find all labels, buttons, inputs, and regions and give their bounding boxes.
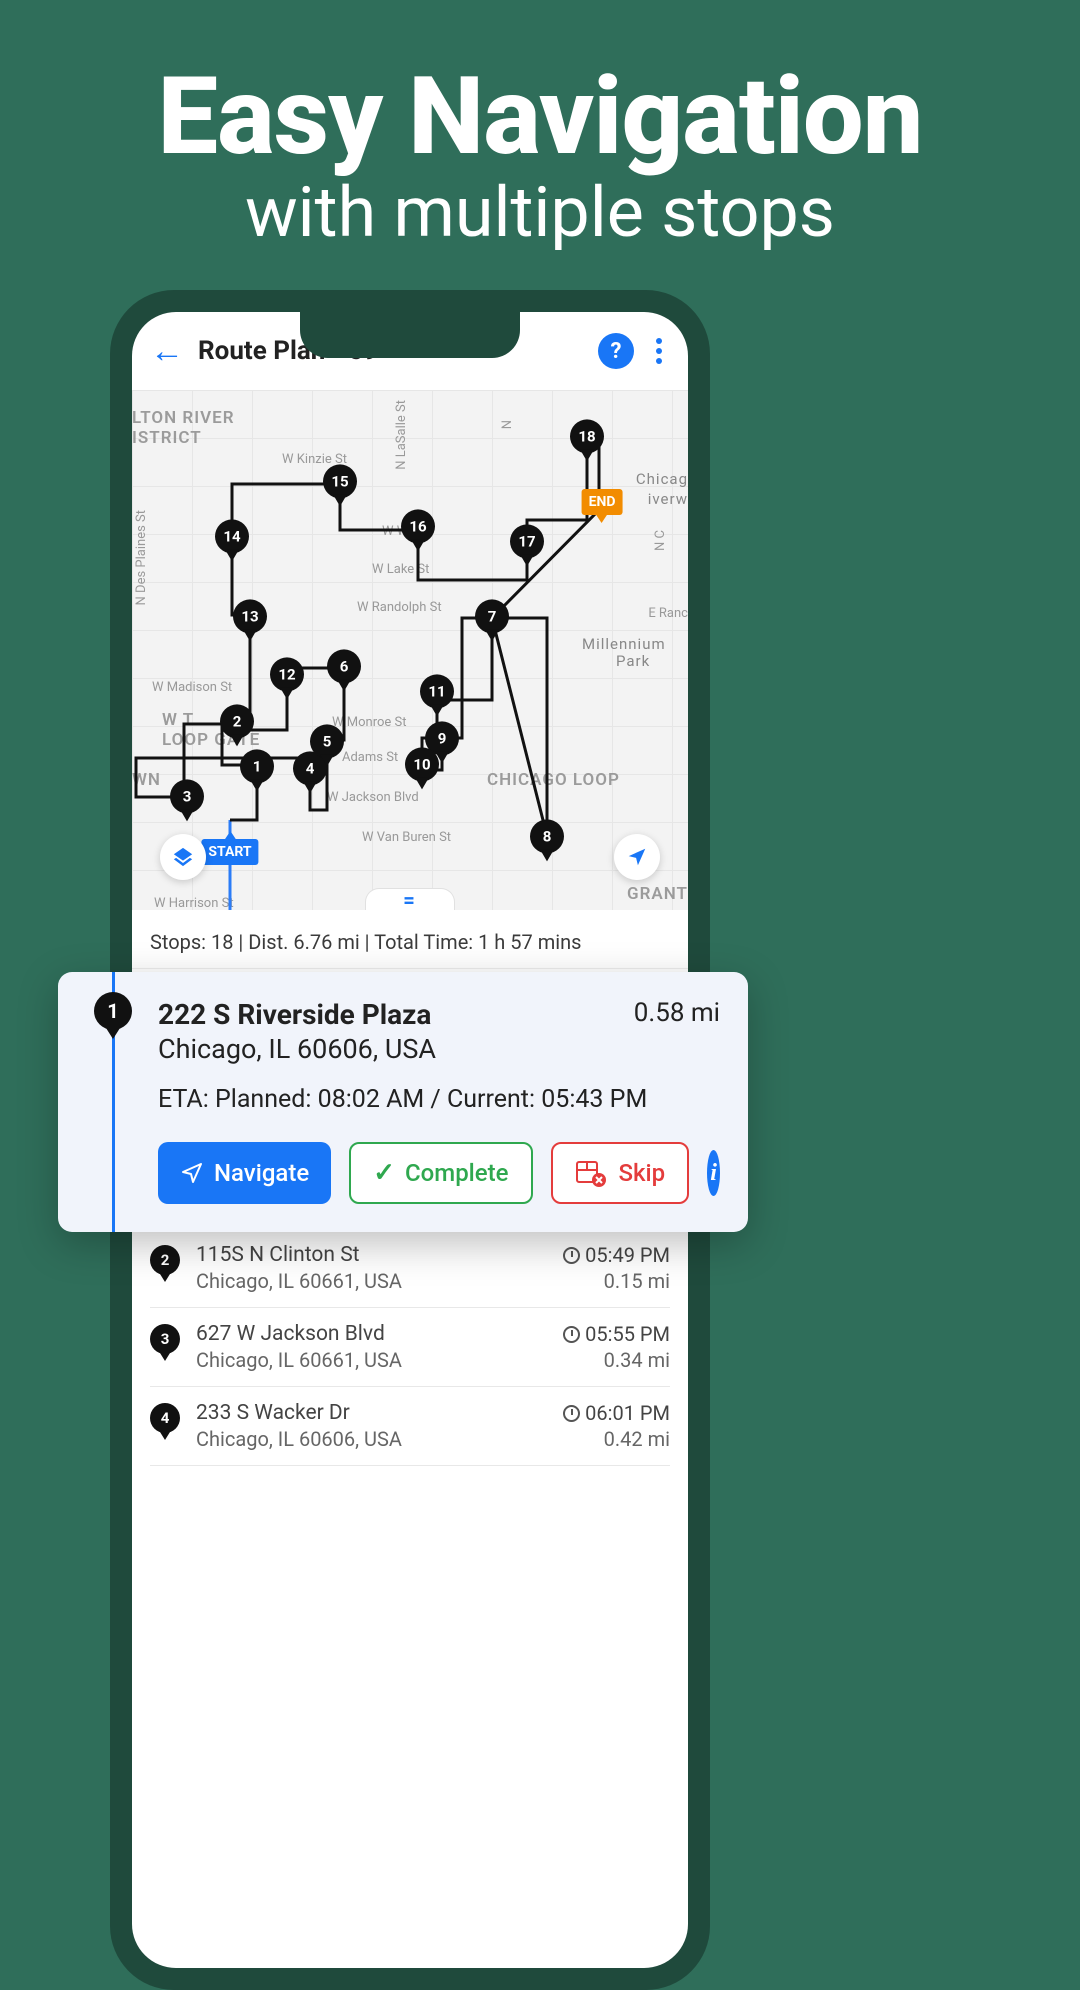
navigate-button[interactable]: Navigate	[158, 1142, 331, 1204]
street-label: N Des Plaines St	[134, 510, 149, 605]
complete-label: Complete	[405, 1159, 509, 1187]
promo-subheading: with multiple stops	[0, 172, 1080, 254]
check-icon: ✓	[373, 1158, 395, 1188]
street-label: N C	[653, 530, 668, 551]
map-pin[interactable]: 8	[530, 819, 564, 853]
map-pin[interactable]: 3	[170, 779, 204, 813]
stop-address-line1: 233 S Wacker Dr	[196, 1401, 547, 1425]
street-label: E Ranc	[648, 606, 688, 621]
map-pin[interactable]: 10	[405, 747, 439, 781]
map-pin[interactable]: 14	[215, 519, 249, 553]
stop-row[interactable]: 2 115S N Clinton St Chicago, IL 60661, U…	[150, 1229, 670, 1308]
detail-actions: Navigate ✓ Complete Skip	[158, 1142, 720, 1204]
street-label: W Van Buren St	[362, 830, 451, 845]
map-pin[interactable]: 18	[570, 419, 604, 453]
street-label: W Monroe St	[332, 715, 406, 730]
promo-title: Easy Navigation with multiple stops	[0, 0, 1080, 254]
stop-eta-time: 05:49 PM	[563, 1243, 670, 1267]
clock-icon	[563, 1405, 580, 1422]
stop-address-line2: Chicago, IL 60606, USA	[196, 1427, 547, 1451]
help-button[interactable]: ?	[598, 333, 634, 369]
clock-icon	[563, 1247, 580, 1264]
end-badge: END	[582, 489, 623, 515]
stop-row[interactable]: 3 627 W Jackson Blvd Chicago, IL 60661, …	[150, 1308, 670, 1387]
layers-icon	[172, 846, 194, 868]
street-label: N	[500, 420, 515, 429]
street-label: W Lake St	[372, 562, 429, 577]
stop-number-badge: 4	[150, 1403, 180, 1433]
detail-address-line2: Chicago, IL 60606, USA	[158, 1033, 436, 1065]
map-pin[interactable]: 11	[420, 674, 454, 708]
street-label: W Randolph St	[357, 600, 442, 615]
map-pin[interactable]: 15	[323, 464, 357, 498]
map-pin[interactable]: 5	[310, 724, 344, 758]
back-arrow-icon[interactable]: ←	[150, 331, 184, 371]
stop-address-line1: 627 W Jackson Blvd	[196, 1322, 547, 1346]
map-pin[interactable]: 16	[401, 509, 435, 543]
detail-distance: 0.58 mi	[634, 998, 720, 1028]
stop-distance: 0.15 mi	[563, 1269, 670, 1293]
location-arrow-icon	[626, 846, 648, 868]
street-label: N LaSalle St	[394, 400, 409, 470]
map-layers-button[interactable]	[160, 834, 206, 880]
map-pin[interactable]: 13	[233, 599, 267, 633]
detail-address-line1: 222 S Riverside Plaza	[158, 998, 436, 1031]
stop-address-line2: Chicago, IL 60661, USA	[196, 1269, 547, 1293]
street-label: W Madison St	[152, 680, 232, 695]
stop-detail-card: 1 222 S Riverside Plaza Chicago, IL 6060…	[58, 972, 748, 1232]
stop-distance: 0.34 mi	[563, 1348, 670, 1372]
skip-label: Skip	[619, 1159, 666, 1187]
stop-number-badge: 3	[150, 1324, 180, 1354]
navigate-icon	[180, 1161, 204, 1185]
district-label: Millennium	[582, 635, 666, 653]
district-label: Park	[616, 652, 650, 670]
stop-eta-time: 05:55 PM	[563, 1322, 670, 1346]
stop-distance: 0.42 mi	[563, 1427, 670, 1451]
map-locate-button[interactable]	[614, 834, 660, 880]
map-pin[interactable]: 6	[327, 649, 361, 683]
phone-notch	[300, 312, 520, 358]
stop-number-badge: 2	[150, 1245, 180, 1275]
district-label: W T	[162, 710, 194, 730]
start-badge: START	[201, 839, 258, 865]
promo-heading: Easy Navigation	[0, 54, 1080, 180]
bottom-sheet-handle[interactable]: =	[365, 888, 455, 910]
map-pin[interactable]: 7	[475, 599, 509, 633]
street-label: W Jackson Blvd	[327, 790, 419, 805]
district-label: Chicag	[636, 470, 688, 488]
stop-address-line2: Chicago, IL 60661, USA	[196, 1348, 547, 1372]
clock-icon	[563, 1326, 580, 1343]
district-label: ISTRICT	[132, 428, 202, 448]
map-pin[interactable]: 2	[220, 704, 254, 738]
stop-address-line1: 115S N Clinton St	[196, 1243, 547, 1267]
stop-eta-time: 06:01 PM	[563, 1401, 670, 1425]
map-pin[interactable]: 1	[240, 749, 274, 783]
street-label: Adams St	[342, 750, 398, 765]
district-label: GRANT	[627, 884, 688, 904]
map-view[interactable]: LTON RIVER ISTRICT W T LOOP GATE WN CHIC…	[132, 390, 688, 910]
overflow-menu-icon[interactable]	[648, 338, 670, 364]
district-label: WN	[132, 770, 161, 790]
map-pin[interactable]: 17	[510, 524, 544, 558]
district-label: LTON RIVER	[132, 408, 235, 428]
detail-eta: ETA: Planned: 08:02 AM / Current: 05:43 …	[158, 1085, 720, 1114]
district-label: iverw	[648, 490, 688, 508]
route-summary: Stops: 18 | Dist. 6.76 mi | Total Time: …	[132, 910, 688, 969]
package-skip-icon	[575, 1158, 609, 1188]
navigate-label: Navigate	[214, 1159, 309, 1187]
info-button[interactable]: i	[707, 1150, 720, 1196]
street-label: W Harrison St	[154, 896, 234, 911]
district-label: CHICAGO LOOP	[487, 770, 620, 790]
map-pin[interactable]: 12	[270, 657, 304, 691]
stop-row[interactable]: 4 233 S Wacker Dr Chicago, IL 60606, USA…	[150, 1387, 670, 1466]
stop-number-badge: 1	[94, 992, 132, 1030]
skip-button[interactable]: Skip	[551, 1142, 690, 1204]
complete-button[interactable]: ✓ Complete	[349, 1142, 532, 1204]
